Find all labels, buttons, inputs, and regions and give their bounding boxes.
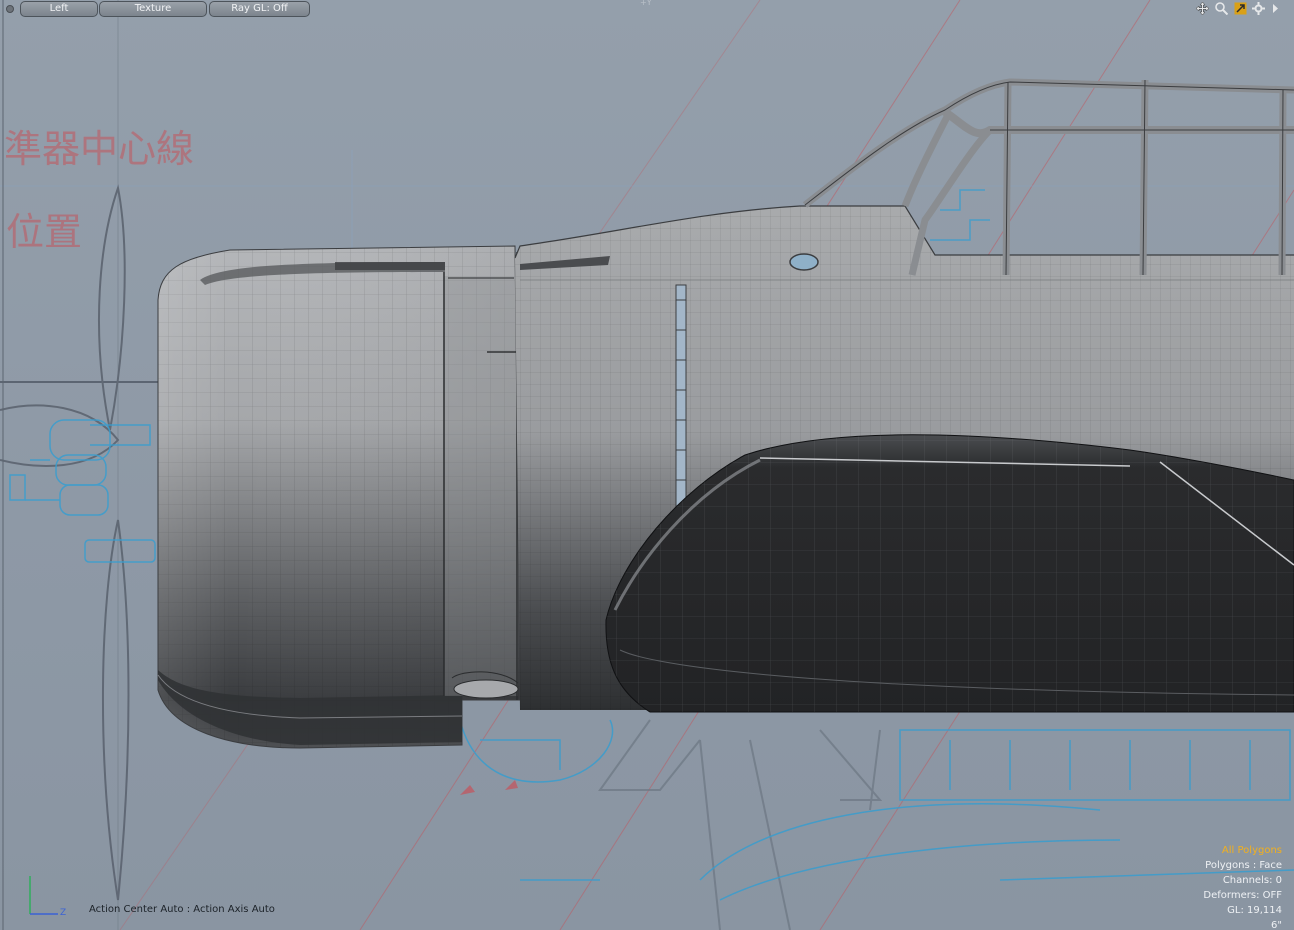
shading-mode-button[interactable]: Texture	[99, 1, 207, 17]
viewport-menu-dot-icon[interactable]	[6, 5, 14, 13]
info-scale: 6"	[1271, 920, 1282, 930]
info-panel: All Polygons Polygons : Face Channels: 0…	[1203, 843, 1282, 930]
fit-view-icon[interactable]	[1233, 1, 1248, 16]
blueprint-text-1: 準器中心線	[4, 127, 194, 171]
scene-canvas: 準器中心線 位置	[0, 0, 1294, 930]
info-gl: GL: 19,114	[1227, 905, 1282, 916]
raygl-toggle-button[interactable]: Ray GL: Off	[209, 1, 310, 17]
3d-viewport[interactable]: 準器中心線 位置 Left Texture Ray GL: Off +Y Z A…	[0, 0, 1294, 930]
info-deformers: Deformers: OFF	[1203, 890, 1282, 901]
axis-top-label: +Y	[640, 0, 652, 7]
action-center-status: Action Center Auto : Action Axis Auto	[89, 904, 275, 915]
info-title: All Polygons	[1221, 845, 1282, 856]
info-polygons: Polygons : Face	[1205, 860, 1282, 871]
move-view-icon[interactable]	[1195, 1, 1210, 16]
axis-gizmo: Z	[29, 876, 66, 918]
view-mode-button[interactable]: Left	[20, 1, 98, 17]
zoom-view-icon[interactable]	[1214, 1, 1229, 16]
blueprint-text-2: 位置	[6, 210, 82, 254]
axis-gizmo-label: Z	[60, 908, 66, 918]
settings-icon[interactable]	[1251, 1, 1266, 16]
info-channels: Channels: 0	[1222, 875, 1282, 886]
expand-arrow-icon[interactable]	[1268, 1, 1283, 16]
engine-cowling	[157, 245, 521, 749]
